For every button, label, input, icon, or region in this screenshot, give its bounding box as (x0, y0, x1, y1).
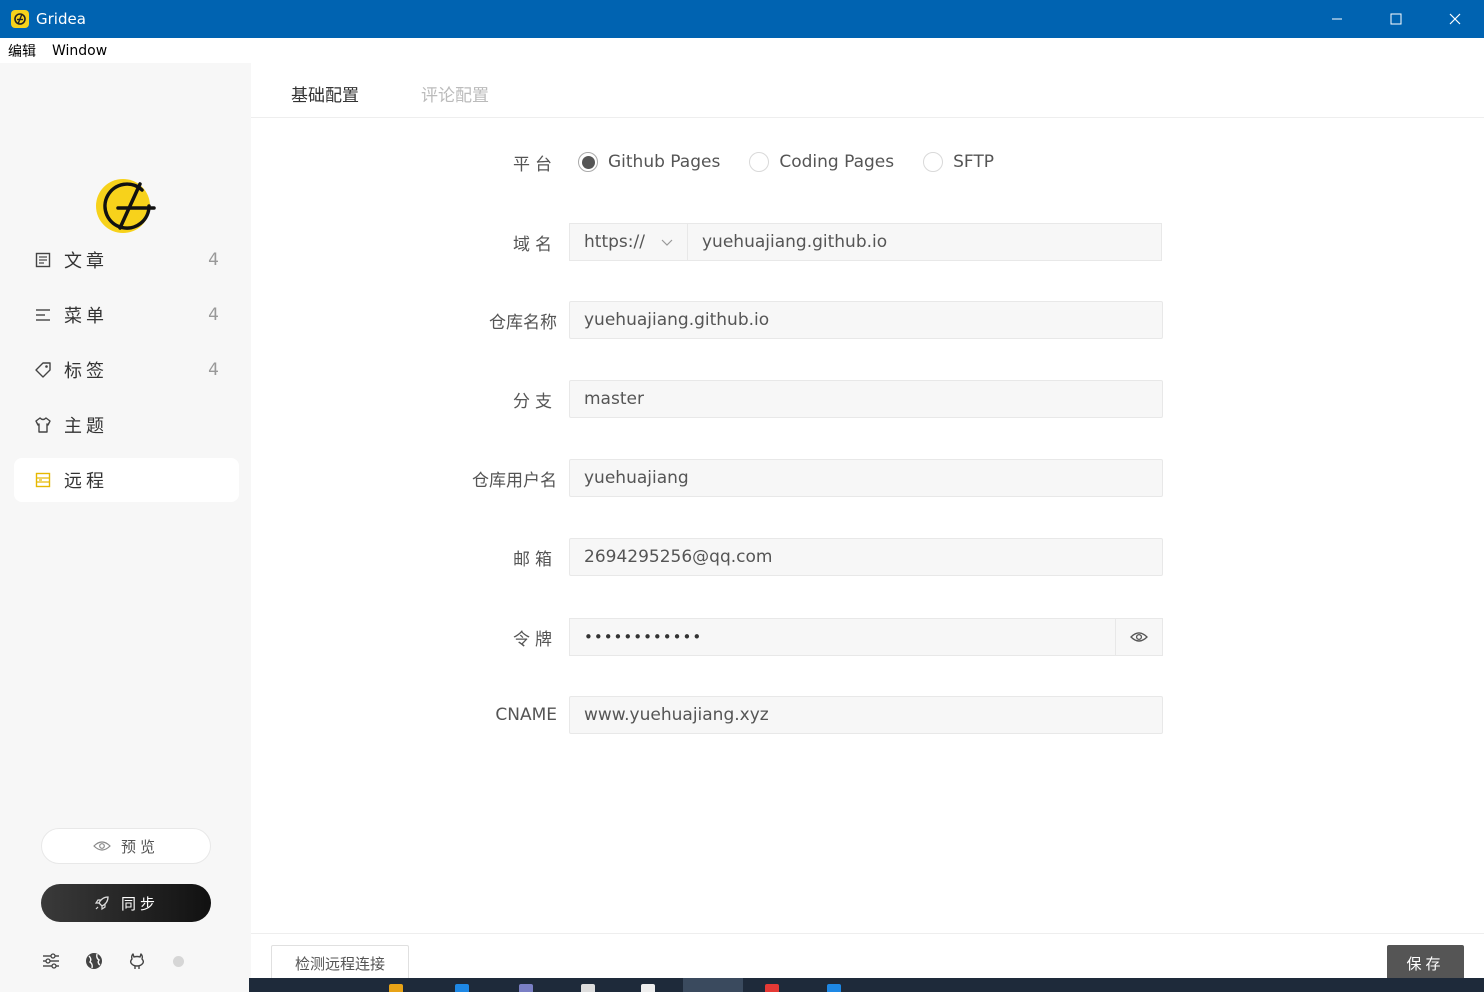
taskbar-active-app[interactable] (683, 978, 743, 992)
settings-sliders-icon[interactable] (40, 950, 62, 972)
radio-indicator (923, 152, 944, 172)
repo-row: 仓库名称 yuehuajiang.github.io (251, 301, 1484, 339)
sidebar-item-theme[interactable]: 主题 (14, 403, 239, 447)
os-taskbar (249, 978, 1484, 992)
username-row: 仓库用户名 yuehuajiang (251, 459, 1484, 497)
settings-tabs: 基础配置 评论配置 (251, 63, 1484, 118)
taskbar-app-icon[interactable] (765, 984, 779, 992)
radio-coding-pages[interactable]: Coding Pages (749, 152, 894, 172)
domain-label: 域名 (513, 234, 557, 255)
platform-label: 平台 (513, 154, 557, 175)
cname-row: CNAME www.yuehuajiang.xyz (251, 696, 1484, 734)
radio-label: SFTP (953, 152, 995, 172)
menu-icon (34, 306, 52, 324)
preview-button[interactable]: 预览 (41, 828, 211, 864)
repo-input[interactable]: yuehuajiang.github.io (569, 301, 1163, 339)
branch-input[interactable]: master (569, 380, 1163, 418)
sidebar-item-label: 主题 (64, 416, 108, 437)
sidebar-item-count: 4 (208, 305, 219, 325)
platform-radio-group: Github Pages Coding Pages SFTP (578, 152, 1023, 172)
token-row: 令牌 •••••••••••• (251, 618, 1484, 656)
taskbar-app-icon[interactable] (581, 984, 595, 992)
tab-comment-config[interactable]: 评论配置 (421, 81, 489, 106)
gridea-logo (96, 176, 160, 240)
sidebar-item-count: 4 (208, 250, 219, 270)
sidebar-item-tags[interactable]: 标签 4 (14, 348, 239, 392)
save-button[interactable]: 保存 (1387, 945, 1464, 981)
email-row: 邮箱 2694295256@qq.com (251, 538, 1484, 576)
email-label: 邮箱 (513, 549, 557, 570)
sidebar-item-label: 文章 (64, 251, 108, 272)
domain-input[interactable]: yuehuajiang.github.io (688, 223, 1162, 261)
form-footer: 检测远程连接 保存 (251, 933, 1484, 981)
sidebar-nav: 文章 4 菜单 4 标签 4 主题 远程 (14, 238, 239, 513)
github-icon[interactable] (126, 950, 148, 972)
status-dot (173, 955, 184, 967)
window-title: Gridea (36, 10, 86, 28)
close-icon[interactable] (1425, 0, 1484, 38)
username-label: 仓库用户名 (472, 470, 557, 491)
sync-button[interactable]: 同步 (41, 884, 211, 922)
branch-label: 分支 (513, 391, 557, 412)
radio-selected-indicator (578, 152, 598, 172)
taskbar-app-icon[interactable] (389, 984, 403, 992)
radio-label: Github Pages (608, 152, 721, 172)
maximize-icon[interactable] (1366, 0, 1425, 38)
taskbar-app-icon[interactable] (641, 984, 655, 992)
globe-icon[interactable] (83, 950, 105, 972)
menu-window[interactable]: Window (44, 43, 115, 59)
shirt-icon (34, 416, 52, 434)
protocol-select[interactable]: https:// (569, 223, 688, 261)
preview-label: 预览 (120, 837, 159, 856)
sidebar-item-label: 远程 (64, 471, 108, 492)
platform-row: 平台 Github Pages Coding Pages SFTP (251, 143, 1484, 181)
cname-input[interactable]: www.yuehuajiang.xyz (569, 696, 1163, 734)
token-label: 令牌 (513, 629, 557, 650)
sidebar-item-menus[interactable]: 菜单 4 (14, 293, 239, 337)
minimize-icon[interactable] (1307, 0, 1366, 38)
taskbar-app-icon[interactable] (827, 984, 841, 992)
cname-label: CNAME (495, 705, 557, 725)
sidebar-item-count: 4 (208, 360, 219, 380)
email-input[interactable]: 2694295256@qq.com (569, 538, 1163, 576)
menubar: 编辑 Window (0, 38, 1484, 63)
radio-label: Coding Pages (779, 152, 895, 172)
show-token-button[interactable] (1115, 618, 1163, 656)
sidebar-item-remote[interactable]: 远程 (14, 458, 239, 502)
eye-icon (93, 840, 111, 852)
rocket-icon (93, 894, 111, 912)
protocol-value: https:// (584, 232, 645, 252)
sidebar-item-label: 菜单 (64, 306, 108, 327)
radio-sftp[interactable]: SFTP (923, 152, 994, 172)
chevron-down-icon (661, 232, 673, 252)
main-panel: 基础配置 评论配置 平台 Github Pages Coding Pages S… (251, 63, 1484, 981)
check-connection-button[interactable]: 检测远程连接 (271, 945, 409, 981)
sidebar-item-label: 标签 (64, 361, 108, 382)
repo-label: 仓库名称 (489, 312, 557, 333)
radio-github-pages[interactable]: Github Pages (578, 152, 720, 172)
sidebar-tools (40, 950, 184, 972)
sync-label: 同步 (120, 894, 159, 913)
window-titlebar: Gridea (0, 0, 1484, 38)
sidebar: 文章 4 菜单 4 标签 4 主题 远程 预览 同步 (0, 63, 251, 978)
username-input[interactable]: yuehuajiang (569, 459, 1163, 497)
window-bottom-edge (0, 978, 249, 992)
article-icon (34, 251, 52, 269)
sidebar-item-articles[interactable]: 文章 4 (14, 238, 239, 282)
taskbar-app-icon[interactable] (519, 984, 533, 992)
radio-indicator (749, 152, 770, 172)
server-icon (34, 471, 52, 489)
tab-basic-config[interactable]: 基础配置 (291, 81, 359, 106)
menu-edit[interactable]: 编辑 (0, 41, 44, 61)
gridea-app-icon (11, 10, 29, 28)
token-input[interactable]: •••••••••••• (569, 618, 1116, 656)
taskbar-app-icon[interactable] (455, 984, 469, 992)
domain-row: 域名 https:// yuehuajiang.github.io (251, 223, 1484, 261)
tag-icon (34, 361, 52, 379)
branch-row: 分支 master (251, 380, 1484, 418)
eye-icon (1130, 628, 1148, 647)
